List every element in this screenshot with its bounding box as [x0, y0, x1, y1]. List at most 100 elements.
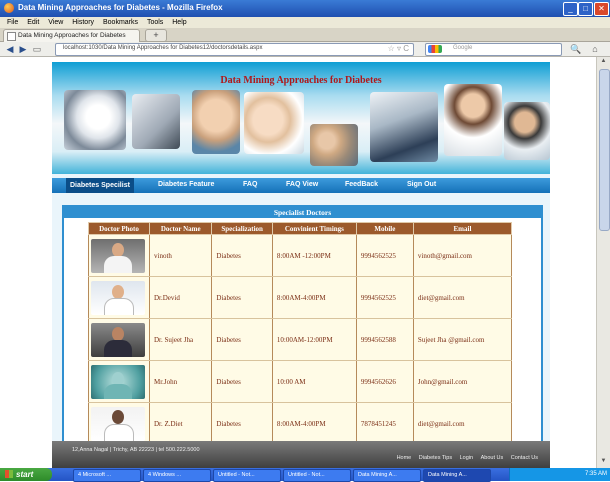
- elderly-couple-photo: [310, 124, 358, 166]
- man-pills-photo: [504, 102, 550, 160]
- close-button[interactable]: ✕: [594, 2, 609, 16]
- doctor-timings: 10:00AM-12:00PM: [271, 318, 357, 361]
- back-icon[interactable]: ◀: [4, 43, 16, 55]
- menu-history[interactable]: History: [72, 17, 94, 28]
- nav-feedback[interactable]: FeedBack: [345, 181, 378, 188]
- tab-label: Data Mining Approaches for Diabetes: [18, 32, 126, 39]
- new-tab-button[interactable]: +: [145, 29, 167, 42]
- doctor-mobile: 7878451245: [355, 402, 414, 445]
- taskbar-item[interactable]: Untitled - Not...: [283, 469, 351, 482]
- address-bar[interactable]: localhost:1030/Data Mining Approaches fo…: [55, 43, 414, 56]
- doctor-timings: 10:00 AM: [271, 360, 357, 403]
- doctor-name: Dr. Z.Diet: [148, 402, 213, 445]
- maximize-button[interactable]: □: [578, 2, 593, 16]
- window-title-bar: Data Mining Approaches for Diabetes - Mo…: [0, 0, 610, 17]
- start-button[interactable]: start: [0, 468, 52, 481]
- google-search-icon: [428, 45, 442, 53]
- glucose-meter-photo: [370, 92, 438, 162]
- doctor-name: vinoth: [148, 234, 213, 277]
- menu-view[interactable]: View: [48, 17, 63, 28]
- doctor-specialization: Diabetes: [211, 234, 273, 277]
- table-row: vinoth Diabetes 8:00AM -12:00PM 99945625…: [88, 234, 513, 277]
- doctor-photo: [91, 322, 145, 357]
- footer-link-login[interactable]: Login: [460, 455, 473, 461]
- site-footer: 12,Anna Nagal | Trichy, AB 22223 | tel 5…: [52, 441, 550, 468]
- taskbar-item[interactable]: Untitled - Not...: [213, 469, 281, 482]
- menu-edit[interactable]: Edit: [27, 17, 39, 28]
- site-navigation: Diabetes Specilist Diabetes Feature FAQ …: [52, 178, 550, 193]
- menu-file[interactable]: File: [7, 17, 18, 28]
- blood-pressure-monitor-photo: [132, 94, 180, 149]
- page-favicon-icon: [7, 32, 16, 41]
- nav-diabetes-specialist[interactable]: Diabetes Specilist: [66, 178, 134, 193]
- nav-sign-out[interactable]: Sign Out: [407, 181, 436, 188]
- table-row: Dr.Devid Diabetes 8:00AM-4:00PM 99945625…: [88, 276, 513, 319]
- header-banner: Data Mining Approaches for Diabetes: [52, 62, 550, 174]
- footer-link-home[interactable]: Home: [397, 455, 412, 461]
- doctors-table: Doctor Photo Doctor Name Specialization …: [88, 222, 513, 445]
- menu-bar: File Edit View History Bookmarks Tools H…: [0, 17, 610, 28]
- doctor-email: diet@gmail.com: [412, 276, 513, 319]
- taskbar-item[interactable]: 4 Windows ...: [143, 469, 211, 482]
- footer-links: Home Diabetes Tips Login About Us Contac…: [391, 455, 538, 461]
- child-photo: [192, 90, 240, 154]
- nav-faq-view[interactable]: FAQ View: [286, 181, 318, 188]
- page-icon: ▭: [32, 44, 42, 54]
- nav-diabetes-feature[interactable]: Diabetes Feature: [158, 181, 214, 188]
- menu-bookmarks[interactable]: Bookmarks: [103, 17, 138, 28]
- scroll-thumb[interactable]: [599, 69, 610, 231]
- header-doctor-photo: Doctor Photo: [88, 222, 150, 235]
- table-header-row: Doctor Photo Doctor Name Specialization …: [88, 222, 513, 235]
- doctor-email: John@gmail.com: [412, 360, 513, 403]
- taskbar: start 4 Microsoft ... 4 Windows ... Unti…: [0, 468, 610, 482]
- addons-icon[interactable]: 🔍: [570, 43, 582, 55]
- footer-link-diabetes-tips[interactable]: Diabetes Tips: [419, 455, 452, 461]
- header-mobile: Mobile: [355, 222, 414, 235]
- home-icon[interactable]: ⌂: [589, 43, 601, 55]
- doctor-mobile: 9994562525: [355, 234, 414, 277]
- doctor-name: Mr.John: [148, 360, 213, 403]
- blood-pressure-photo: [64, 90, 126, 150]
- doctor-photo: [91, 238, 145, 273]
- taskbar-item-active[interactable]: Data Mining A...: [423, 469, 491, 482]
- footer-link-contact-us[interactable]: Contact Us: [511, 455, 538, 461]
- scroll-up-icon[interactable]: ▲: [599, 58, 608, 66]
- doctor-name: Dr. Sujeet Jha: [148, 318, 213, 361]
- footer-link-about-us[interactable]: About Us: [481, 455, 504, 461]
- minimize-button[interactable]: _: [563, 2, 578, 16]
- header-specialization: Specialization: [211, 222, 273, 235]
- taskbar-item[interactable]: Data Mining A...: [353, 469, 421, 482]
- firefox-icon: [4, 3, 14, 13]
- start-label: start: [16, 470, 34, 479]
- nav-faq[interactable]: FAQ: [243, 181, 257, 188]
- doctor-mobile: 9994562588: [355, 318, 414, 361]
- doctor-child-photo: [244, 92, 304, 154]
- window-title: Data Mining Approaches for Diabetes - Mo…: [18, 3, 223, 12]
- website: Data Mining Approaches for Diabetes Diab…: [52, 62, 550, 468]
- doctor-specialization: Diabetes: [211, 318, 273, 361]
- header-email: Email: [412, 222, 513, 235]
- header-timings: Convinient Timings: [271, 222, 357, 235]
- panel-title: Specialist Doctors: [64, 207, 541, 218]
- url-text: localhost:1030/Data Mining Approaches fo…: [63, 45, 263, 51]
- forward-icon[interactable]: ▶: [18, 43, 28, 55]
- header-doctor-name: Doctor Name: [148, 222, 213, 235]
- scroll-down-icon[interactable]: ▼: [599, 458, 608, 466]
- page-scrollbar[interactable]: ▲ ▼: [596, 57, 610, 468]
- doctor-photo: [91, 280, 145, 315]
- doctor-specialization: Diabetes: [211, 276, 273, 319]
- woman-doctor-photo: [444, 84, 502, 156]
- doctor-mobile: 9994562626: [355, 360, 414, 403]
- browser-tab[interactable]: Data Mining Approaches for Diabetes: [3, 29, 140, 42]
- table-row: Dr. Z.Diet Diabetes 8:00AM-4:00PM 787845…: [88, 402, 513, 445]
- doctor-timings: 8:00AM-4:00PM: [271, 276, 357, 319]
- bookmark-star-icon[interactable]: ☆ ▿ C: [388, 44, 409, 53]
- page-viewport: Data Mining Approaches for Diabetes Diab…: [0, 57, 596, 468]
- search-placeholder: Google: [453, 45, 473, 51]
- menu-help[interactable]: Help: [172, 17, 186, 28]
- search-input[interactable]: Google: [425, 43, 562, 56]
- menu-tools[interactable]: Tools: [147, 17, 163, 28]
- taskbar-item[interactable]: 4 Microsoft ...: [73, 469, 141, 482]
- specialist-panel: Specialist Doctors Doctor Photo Doctor N…: [62, 205, 543, 468]
- table-row: Dr. Sujeet Jha Diabetes 10:00AM-12:00PM …: [88, 318, 513, 361]
